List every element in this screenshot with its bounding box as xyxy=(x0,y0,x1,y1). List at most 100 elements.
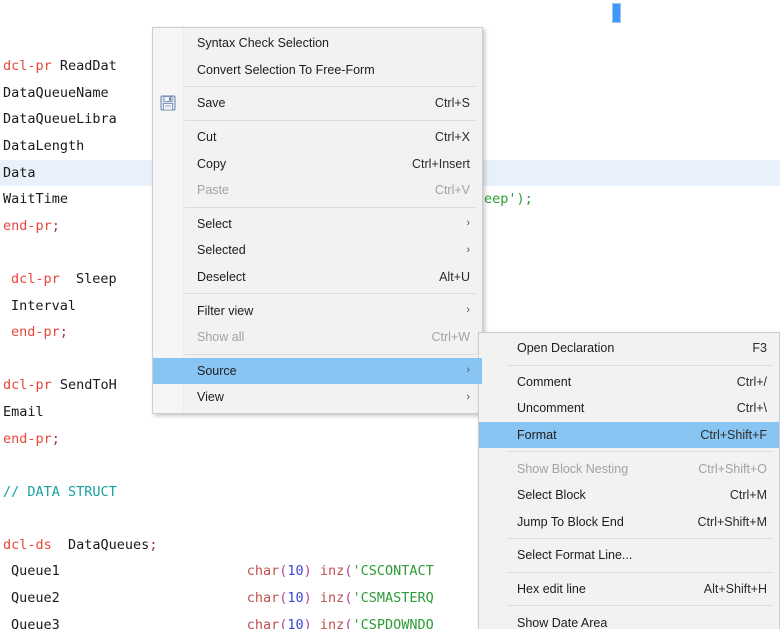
menu-item-label: Select Format Line... xyxy=(517,548,633,563)
code-token: end-pr xyxy=(3,217,52,234)
code-token: end-pr xyxy=(11,324,60,341)
code-token: 10 xyxy=(287,590,304,607)
context-menu-item-show-all: Show all Ctrl+W xyxy=(153,324,482,351)
code-token: Data xyxy=(3,164,36,181)
chevron-right-icon: › xyxy=(466,304,470,317)
menu-item-shortcut: Ctrl+S xyxy=(434,96,470,111)
menu-item-shortcut: Ctrl+X xyxy=(434,130,470,145)
menu-item-label: Deselect xyxy=(197,270,246,285)
context-menu-separator xyxy=(185,119,476,121)
source-submenu-item-uncomment[interactable]: Uncomment Ctrl+\ xyxy=(479,395,779,422)
menu-item-label: Open Declaration xyxy=(517,341,615,356)
context-menu-item-deselect[interactable]: Deselect Alt+U xyxy=(153,264,482,291)
source-submenu-separator xyxy=(507,538,773,540)
menu-item-label: Show Date Area xyxy=(517,615,608,629)
code-token: char xyxy=(246,590,280,607)
code-token: ) xyxy=(303,590,312,607)
menu-item-label: View xyxy=(197,390,224,405)
source-submenu-item-comment[interactable]: Comment Ctrl+/ xyxy=(479,369,779,396)
context-menu-item-filter-view[interactable]: Filter view › xyxy=(153,297,482,324)
context-menu-separator xyxy=(185,293,476,295)
code-token: DataQueueName xyxy=(3,84,109,101)
code-token: ) xyxy=(303,563,312,580)
menu-item-label: Format xyxy=(517,428,557,443)
code-token: ) xyxy=(303,616,312,629)
source-submenu-item-jump-to-block-end[interactable]: Jump To Block End Ctrl+Shift+M xyxy=(479,509,779,536)
menu-item-label: Paste xyxy=(197,183,229,198)
code-token: DataQueueLibra xyxy=(3,111,117,128)
menu-item-label: Convert Selection To Free-Form xyxy=(197,62,375,77)
code-token: Email xyxy=(3,403,44,420)
code-token: ReadDat xyxy=(59,58,117,75)
context-menu-item-syntax-check-selection[interactable]: Syntax Check Selection xyxy=(153,30,482,57)
source-submenu-item-hex-edit-line[interactable]: Hex edit line Alt+Shift+H xyxy=(479,576,779,603)
menu-item-shortcut: Alt+Shift+H xyxy=(703,582,767,597)
menu-item-shortcut: F3 xyxy=(752,341,767,356)
code-token: 'CSCONTACT xyxy=(352,563,434,580)
code-token: Queue3 xyxy=(11,616,60,629)
source-submenu-item-format[interactable]: Format Ctrl+Shift+F xyxy=(479,421,779,449)
code-token: DataQueues xyxy=(51,536,150,553)
code-token: WaitTime xyxy=(3,191,69,208)
source-submenu-separator xyxy=(507,364,773,366)
context-menu-item-copy[interactable]: Copy Ctrl+Insert xyxy=(153,150,482,177)
chevron-right-icon: › xyxy=(466,243,470,256)
code-token: 'CSPDOWNDQ xyxy=(352,616,434,629)
context-menu-item-source[interactable]: Source › xyxy=(153,357,482,385)
context-menu-item-select[interactable]: Select › xyxy=(153,211,482,238)
context-menu-item-view[interactable]: View › xyxy=(153,384,482,411)
code-token: 'CSMASTERQ xyxy=(352,590,434,607)
menu-item-label: Uncomment xyxy=(517,401,585,416)
source-submenu-separator xyxy=(507,451,773,453)
code-token: DataLength xyxy=(3,137,85,154)
menu-item-label: Source xyxy=(197,363,237,378)
menu-item-shortcut: Ctrl+/ xyxy=(736,374,767,389)
context-menu-separator xyxy=(185,353,476,355)
source-submenu-item-select-format-line[interactable]: Select Format Line... xyxy=(479,542,779,569)
code-token: 10 xyxy=(287,616,304,629)
menu-item-shortcut: Ctrl+Shift+O xyxy=(698,461,767,476)
menu-item-shortcut: Ctrl+Shift+M xyxy=(697,514,767,529)
code-token: dcl-pr xyxy=(3,58,60,75)
source-submenu-item-show-block-nesting: Show Block Nesting Ctrl+Shift+O xyxy=(479,455,779,482)
source-submenu[interactable]: Open Declaration F3 Comment Ctrl+/ Uncomment… xyxy=(478,332,780,629)
menu-item-label: Select xyxy=(197,216,232,231)
menu-item-label: Filter view xyxy=(197,303,254,318)
code-token: dcl-pr xyxy=(11,270,68,287)
menu-item-label: Jump To Block End xyxy=(517,514,624,529)
code-token: inz xyxy=(319,616,345,629)
code-fragment-sleep: eep'); xyxy=(484,191,533,207)
menu-item-label: Hex edit line xyxy=(517,582,586,597)
context-menu-item-save[interactable]: Save Ctrl+S xyxy=(153,90,482,117)
menu-item-label: Cut xyxy=(197,130,217,145)
code-token: // DATA STRUCT xyxy=(3,483,117,500)
menu-item-label: Show Block Nesting xyxy=(517,461,629,476)
editor-context-menu[interactable]: Syntax Check Selection Convert Selection … xyxy=(152,27,483,414)
code-token: dcl-pr xyxy=(3,377,60,394)
menu-item-shortcut: Ctrl+V xyxy=(434,183,470,198)
context-menu-item-convert-selection-to-free-form[interactable]: Convert Selection To Free-Form xyxy=(153,57,482,84)
text-caret xyxy=(612,3,621,23)
context-menu-item-selected[interactable]: Selected › xyxy=(153,237,482,264)
menu-item-shortcut: Ctrl+\ xyxy=(736,401,767,416)
source-submenu-separator xyxy=(507,605,773,607)
editor-window: dcl-pr ReadDat DataQueueName DataQueueLibr… xyxy=(0,0,780,629)
menu-item-label: Save xyxy=(197,96,226,111)
menu-item-label: Selected xyxy=(197,243,246,258)
menu-item-label: Copy xyxy=(197,156,227,171)
source-submenu-item-select-block[interactable]: Select Block Ctrl+M xyxy=(479,482,779,509)
code-token: char xyxy=(246,616,280,629)
menu-item-shortcut: Ctrl+Insert xyxy=(411,156,470,171)
code-token: end-pr xyxy=(3,430,52,447)
source-submenu-item-show-date-area[interactable]: Show Date Area xyxy=(479,609,779,629)
code-token: Interval xyxy=(11,297,77,314)
source-submenu-item-open-declaration[interactable]: Open Declaration F3 xyxy=(479,335,779,362)
code-token: SendToH xyxy=(59,377,117,394)
context-menu-item-cut[interactable]: Cut Ctrl+X xyxy=(153,124,482,151)
chevron-right-icon: › xyxy=(466,390,470,403)
floppy-disk-icon xyxy=(160,95,176,111)
